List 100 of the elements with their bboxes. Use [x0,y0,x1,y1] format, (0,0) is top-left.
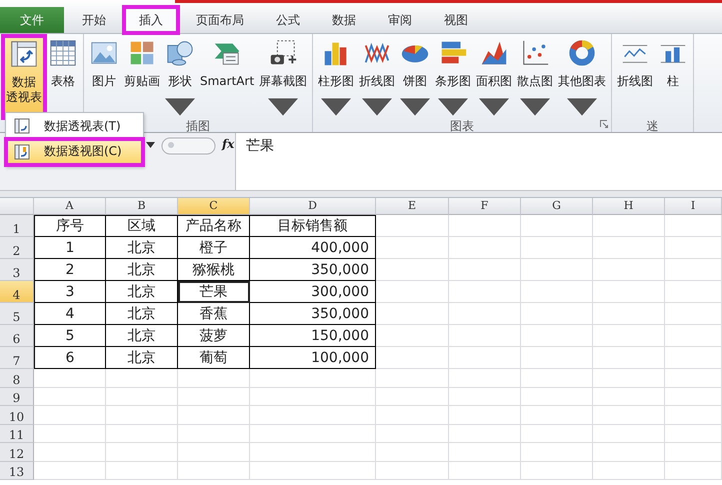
caret-icon[interactable] [146,142,155,148]
grid-cell[interactable] [521,347,593,369]
grid-cell[interactable] [449,215,521,237]
grid-cell[interactable] [376,237,449,259]
grid-cell[interactable] [521,443,593,462]
grid-cell[interactable] [376,424,449,443]
splitter-bar[interactable] [0,191,722,198]
ribbon-button[interactable]: 饼图 [398,36,432,118]
grid-cell[interactable] [593,325,665,347]
grid-cell[interactable] [665,347,722,369]
grid-cell[interactable] [521,424,593,443]
grid-cell[interactable] [665,215,722,237]
row-header[interactable]: 5 [0,303,34,325]
grid-cell[interactable] [593,388,665,406]
grid-cell[interactable] [593,369,665,388]
grid-cell[interactable] [665,281,722,303]
ribbon-tab[interactable]: 开始 [68,7,120,33]
grid-cell[interactable] [665,325,722,347]
ribbon-tab[interactable]: 视图 [430,7,482,33]
grid-cell[interactable] [106,462,178,480]
ribbon-button[interactable]: 面积图 [474,36,514,118]
grid-cell[interactable] [376,388,449,406]
formula-input[interactable]: 芒果 [235,133,722,190]
grid-cell[interactable] [449,424,521,443]
grid-cell[interactable] [250,369,376,388]
row-header[interactable]: 9 [0,388,34,406]
grid-cell[interactable] [178,424,250,443]
ribbon-tab[interactable]: 插入 [124,7,178,33]
grid-cell[interactable] [376,215,449,237]
grid-cell[interactable] [593,259,665,281]
grid-cell[interactable] [34,369,106,388]
grid-cell[interactable] [449,281,521,303]
grid-cell[interactable] [521,303,593,325]
grid-cell[interactable] [521,281,593,303]
grid-cell[interactable] [178,443,250,462]
column-header[interactable]: A [34,198,106,215]
ribbon-tab[interactable]: 页面布局 [182,7,258,33]
column-header[interactable]: I [665,198,722,215]
grid-cell[interactable] [449,406,521,424]
grid-cell[interactable] [34,406,106,424]
grid-cell[interactable] [665,406,722,424]
grid-cell[interactable] [106,388,178,406]
grid-cell[interactable] [178,369,250,388]
grid-cell[interactable] [250,388,376,406]
row-header[interactable]: 1 [0,215,34,237]
grid-cell[interactable] [593,406,665,424]
grid-cell[interactable] [376,369,449,388]
ribbon-tab[interactable]: 文件 [0,7,64,33]
row-header[interactable]: 6 [0,325,34,347]
grid-cell[interactable] [178,388,250,406]
column-header[interactable]: B [106,198,178,215]
grid-cell[interactable] [593,347,665,369]
ribbon-tab[interactable]: 公式 [262,7,314,33]
grid-cell[interactable] [376,281,449,303]
dialog-launcher-icon[interactable] [600,120,608,128]
grid-cell[interactable] [665,303,722,325]
grid-cell[interactable] [34,443,106,462]
menu-item[interactable]: 数据透视图(C) [6,139,143,165]
column-header[interactable]: F [449,198,521,215]
grid-cell[interactable] [521,462,593,480]
grid-cell[interactable] [34,424,106,443]
grid-cell[interactable] [665,424,722,443]
grid-cell[interactable] [665,388,722,406]
grid-cell[interactable] [376,406,449,424]
ribbon-button[interactable]: 其他图表 [556,36,608,118]
column-header[interactable]: C [178,198,250,215]
grid-cell[interactable] [593,424,665,443]
grid-cell[interactable] [376,347,449,369]
ribbon-tab[interactable]: 审阅 [374,7,426,33]
grid-cell[interactable] [521,388,593,406]
column-header[interactable]: H [593,198,665,215]
row-header[interactable]: 3 [0,259,34,281]
ribbon-button[interactable]: 折线图 [357,36,398,118]
grid-cell[interactable] [376,259,449,281]
grid-cell[interactable] [593,462,665,480]
grid-cell[interactable] [521,406,593,424]
grid-cell[interactable] [521,369,593,388]
grid-cell[interactable] [593,237,665,259]
grid-cell[interactable] [449,237,521,259]
ribbon-tab[interactable]: 数据 [318,7,370,33]
grid-cell[interactable] [593,281,665,303]
grid-cell[interactable] [376,325,449,347]
row-header[interactable]: 2 [0,237,34,259]
ribbon-button[interactable]: 柱形图 [316,36,356,118]
ribbon-button[interactable]: 数据 透视表 [3,36,45,118]
grid-cell[interactable] [106,424,178,443]
grid-cell[interactable] [665,259,722,281]
grid-cell[interactable] [521,259,593,281]
ribbon-button[interactable]: 柱 [656,36,690,118]
grid-cell[interactable] [521,237,593,259]
ribbon-button[interactable]: SmartArt [198,36,256,118]
column-header[interactable]: G [521,198,593,215]
ribbon-button[interactable]: 条形图 [433,36,474,118]
row-header[interactable]: 12 [0,443,34,462]
row-header[interactable]: 8 [0,369,34,388]
row-header[interactable]: 4 [0,281,34,303]
grid-cell[interactable] [593,303,665,325]
grid-cell[interactable] [250,406,376,424]
ribbon-button[interactable]: 折线图 [615,36,656,118]
grid-cell[interactable] [106,369,178,388]
